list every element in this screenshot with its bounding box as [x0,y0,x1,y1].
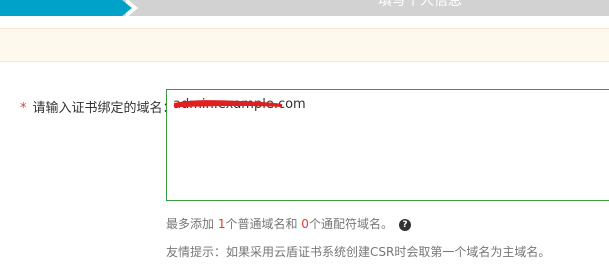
domain-limit-hint: 最多添加 1个普通域名和 0个通配符域名。? [166,215,411,232]
redaction-stroke [174,100,282,107]
limit-prefix: 最多添加 [166,217,218,231]
notice-banner [0,28,609,62]
csr-tip: 友情提示：如果采用云盾证书系统创建CSR时会取第一个域名为主域名。 [166,245,551,259]
limit-middle: 个普通域名和 [225,217,302,231]
question-circle-icon[interactable]: ? [398,218,411,231]
domain-field-label: * 请输入证书绑定的域名： [20,97,176,116]
redaction-mark [174,100,282,107]
required-mark: * [20,101,27,116]
step-arrow-icon [122,0,132,16]
wildcard-domain-count: 0 [301,217,309,231]
limit-suffix: 个通配符域名。 [308,217,393,231]
step-progress-bar: 填写个人信息 [0,0,609,16]
step-completed [0,0,122,16]
domain-label-text: 请输入证书绑定的域名： [32,101,176,116]
step-current-label: 填写个人信息 [378,0,462,9]
